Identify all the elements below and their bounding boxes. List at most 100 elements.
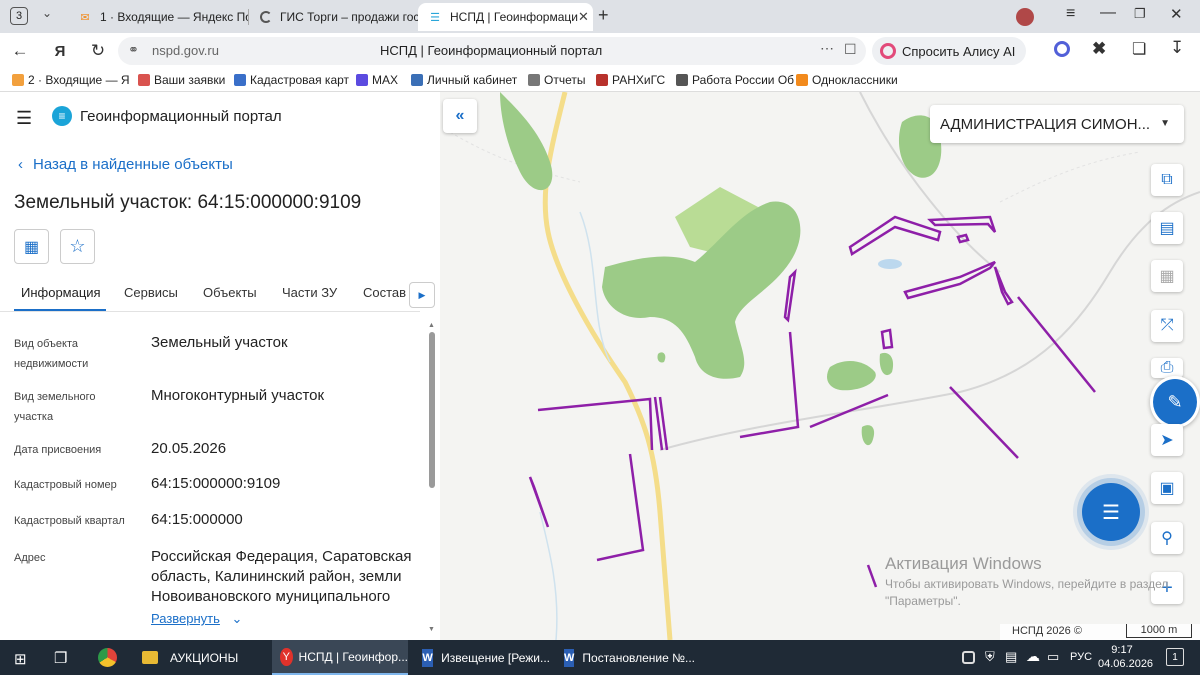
feedback-badge[interactable]: ✎ bbox=[1150, 376, 1200, 428]
tab-counter[interactable]: 3 bbox=[10, 7, 28, 25]
minimize-icon[interactable]: — bbox=[1100, 4, 1116, 22]
back-arrow-icon[interactable]: ← bbox=[8, 39, 32, 63]
network-icon[interactable]: ▤ bbox=[1005, 649, 1017, 665]
site-info-icon[interactable]: ⚭ bbox=[128, 42, 139, 58]
reload-icon[interactable]: ↻ bbox=[86, 39, 110, 63]
bookmark-item[interactable]: РАНХиГС bbox=[596, 73, 665, 87]
pond bbox=[878, 259, 902, 269]
chrome-icon[interactable] bbox=[98, 648, 117, 667]
bookmark-item[interactable]: Личный кабинет bbox=[411, 73, 517, 87]
tab-composition[interactable]: Состав bbox=[363, 285, 406, 300]
expand-link[interactable]: Развернуть ⌄ bbox=[151, 611, 242, 627]
downloads-icon[interactable]: ↧ bbox=[1170, 38, 1184, 58]
monitor-icon[interactable]: ▭ bbox=[1047, 649, 1059, 665]
field-value: Многоконтурный участок bbox=[151, 387, 325, 404]
taskbar-item-word-decree[interactable]: W Постановление №... bbox=[556, 640, 695, 675]
collections-icon[interactable]: ❏ bbox=[1132, 39, 1146, 59]
bookmark-star-icon[interactable]: ☐ bbox=[844, 41, 857, 58]
back-to-results-link[interactable]: ‹ Назад в найденные объекты bbox=[18, 156, 233, 173]
tab-gis-torgi[interactable]: ГИС Торги – продажи гос bbox=[250, 3, 418, 31]
ask-alice-button[interactable]: Спросить Алису AI bbox=[872, 37, 1026, 65]
field-label: Адрес bbox=[14, 552, 46, 564]
folder-icon bbox=[142, 651, 158, 664]
favorite-star-button[interactable]: ☆ bbox=[60, 229, 95, 264]
bookmark-item[interactable]: MAX bbox=[356, 73, 398, 87]
layers-button[interactable]: ⧉ bbox=[1151, 164, 1183, 196]
bookmark-item[interactable]: Ваши заявки bbox=[138, 73, 225, 87]
feedback-icon: ✎ bbox=[1167, 391, 1183, 412]
collapse-panel-button[interactable]: « bbox=[443, 99, 477, 133]
task-view-icon[interactable]: ❐ bbox=[54, 649, 67, 667]
tray-app-icon[interactable] bbox=[962, 651, 975, 664]
ruler-button[interactable]: ▤ bbox=[1151, 212, 1183, 244]
tab-zu-parts[interactable]: Части ЗУ bbox=[282, 285, 337, 300]
minimap-icon: ▣ bbox=[1159, 480, 1175, 497]
geolocation-button[interactable]: ➤ bbox=[1151, 424, 1183, 456]
hamburger-menu-icon[interactable]: ☰ bbox=[16, 108, 32, 129]
forest-area bbox=[500, 92, 553, 191]
scrollbar[interactable]: ▲ ▼ bbox=[427, 322, 437, 640]
url-field[interactable]: ⚭ nspd.gov.ru НСПД | Геоинформационный п… bbox=[118, 37, 866, 65]
bookmark-item[interactable]: Кадастровая карт bbox=[234, 73, 349, 87]
field-value: 64:15:000000:9109 bbox=[151, 475, 281, 492]
share-button[interactable]: ⤱ bbox=[1151, 310, 1183, 342]
scrollbar-thumb[interactable] bbox=[429, 332, 435, 488]
bookmark-favicon-icon bbox=[138, 74, 150, 86]
bookmark-item[interactable]: Одноклассники bbox=[796, 73, 898, 87]
more-icon[interactable]: ⋯ bbox=[820, 40, 834, 57]
field-value: Российская Федерация, Саратовская област… bbox=[151, 548, 412, 605]
window-close-icon[interactable]: ✕ bbox=[1170, 5, 1183, 23]
location-search-icon: ⚲ bbox=[1161, 530, 1173, 547]
restore-icon[interactable]: ❐ bbox=[1134, 6, 1146, 22]
yandex-logo-icon[interactable]: Я bbox=[48, 39, 72, 63]
taskbar-item-auctions[interactable]: АУКЦИОНЫ bbox=[134, 640, 264, 675]
shield-icon[interactable]: ⛨ bbox=[985, 649, 995, 665]
taskbar-item-nspd[interactable]: Y НСПД | Геоинфор... bbox=[272, 640, 408, 675]
minimap-button[interactable]: ▣ bbox=[1151, 472, 1183, 504]
bookmark-item[interactable]: Работа России Об bbox=[676, 73, 794, 87]
field-value: Земельный участок bbox=[151, 334, 288, 351]
map-view[interactable]: « АДМИНИСТРАЦИЯ СИМОН... ▼ ⧉ ▤ ▦ ⤱ ⎙ ✎ ➤… bbox=[440, 92, 1200, 640]
language-indicator[interactable]: РУС bbox=[1070, 651, 1092, 663]
mail-icon bbox=[12, 74, 24, 86]
profile-avatar[interactable] bbox=[1016, 8, 1034, 26]
area-select-button[interactable]: ▦ bbox=[1151, 260, 1183, 292]
layers-icon: ⧉ bbox=[1161, 171, 1173, 188]
locate-on-map-button[interactable]: ▦ bbox=[14, 229, 49, 264]
parcel-contour bbox=[783, 268, 797, 323]
search-location-button[interactable]: ⚲ bbox=[1151, 522, 1183, 554]
tab-yandex-mail[interactable]: ✉ 1 · Входящие — Яндекс По bbox=[68, 3, 248, 31]
browser-tab-bar: 3 ⌄ ✉ 1 · Входящие — Яндекс По ГИС Торги… bbox=[0, 0, 1200, 33]
notification-icon[interactable]: 1 bbox=[1166, 648, 1184, 666]
tabs-scroll-right-button[interactable]: ▶ bbox=[409, 282, 435, 308]
layer-select[interactable]: АДМИНИСТРАЦИЯ СИМОН... ▼ bbox=[930, 105, 1184, 143]
tab-nspd[interactable]: ☰ НСПД | Геоинформаци ✕ bbox=[418, 3, 593, 31]
tab-services[interactable]: Сервисы bbox=[124, 285, 178, 300]
close-tab-icon[interactable]: ✕ bbox=[578, 9, 589, 25]
dirt-track bbox=[999, 151, 1141, 203]
scroll-up-icon[interactable]: ▲ bbox=[428, 322, 435, 329]
bookmark-favicon-icon bbox=[796, 74, 808, 86]
dropdown-arrow-icon: ▼ bbox=[1160, 118, 1170, 129]
new-tab-button[interactable]: + bbox=[598, 5, 609, 26]
tools-icon[interactable]: ✖ bbox=[1092, 39, 1106, 59]
tab-information[interactable]: Информация bbox=[21, 285, 101, 300]
taskbar-item-word-notice[interactable]: W Извещение [Режи... bbox=[414, 640, 550, 675]
cloud-icon[interactable]: ☁ bbox=[1026, 648, 1040, 665]
bookmark-item[interactable]: 2 · Входящие — Я bbox=[12, 73, 130, 87]
browser-menu-icon[interactable]: ≡ bbox=[1066, 5, 1075, 23]
clock[interactable]: 9:17 04.06.2026 bbox=[1098, 643, 1153, 671]
chat-button[interactable]: ☰ bbox=[1082, 483, 1140, 541]
portal-title: Геоинформационный портал bbox=[80, 108, 282, 125]
start-icon[interactable]: ⊞ bbox=[14, 650, 27, 668]
forest-area bbox=[879, 352, 894, 376]
windows-taskbar: ⊞ ❐ АУКЦИОНЫ Y НСПД | Геоинфор... W Изве… bbox=[0, 640, 1200, 675]
print-button[interactable]: ⎙ bbox=[1151, 358, 1183, 378]
extension-icon[interactable] bbox=[1054, 41, 1070, 57]
yandex-browser-icon: Y bbox=[280, 647, 293, 666]
tab-objects[interactable]: Объекты bbox=[203, 285, 257, 300]
scroll-down-icon[interactable]: ▼ bbox=[428, 626, 435, 633]
bookmark-item[interactable]: Отчеты bbox=[528, 73, 585, 87]
tabs-dropdown-icon[interactable]: ⌄ bbox=[42, 6, 52, 20]
bookmarks-bar: 2 · Входящие — Я Ваши заявки Кадастровая… bbox=[0, 69, 1200, 92]
